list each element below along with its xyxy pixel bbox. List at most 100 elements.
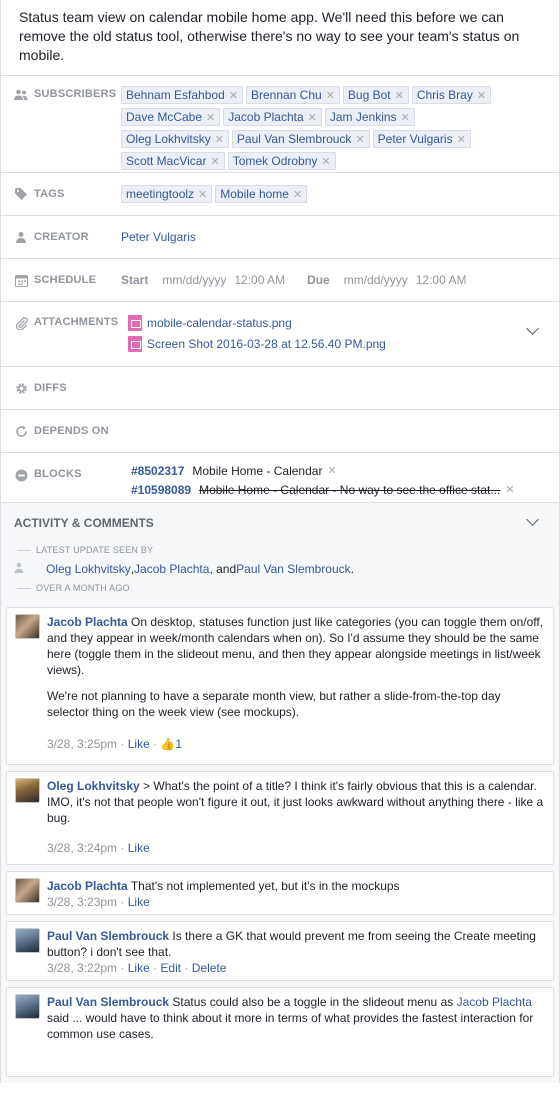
attachment-name[interactable]: mobile-calendar-status.png [147, 316, 292, 330]
avatar[interactable] [15, 994, 40, 1019]
collapse-activity-chevron-icon[interactable] [526, 513, 539, 526]
mention-link[interactable]: Jacob Plachta [457, 995, 532, 1009]
subscriber-tag[interactable]: Oleg Lokhvitsky ✕ [121, 130, 229, 148]
start-date-input[interactable]: mm/dd/yyyy [162, 273, 226, 287]
attachments-label-text: ATTACHMENTS [34, 316, 119, 328]
remove-icon[interactable]: ✕ [308, 111, 317, 124]
subscriber-tag[interactable]: Dave McCabe ✕ [121, 108, 221, 126]
seen-by-user[interactable]: Oleg Lokhvitsky [46, 562, 131, 576]
diffs-row: DIFFS [0, 367, 560, 410]
avatar[interactable] [15, 928, 40, 953]
like-count[interactable]: 1 [175, 737, 182, 751]
like-link[interactable]: Like [128, 841, 150, 855]
tags-label: TAGS [1, 187, 121, 201]
subscriber-name[interactable]: Behnam Esfahbod [126, 88, 225, 102]
creator-name[interactable]: Peter Vulgaris [121, 230, 559, 244]
thumbs-up-icon[interactable]: 👍 [160, 737, 175, 751]
subscriber-name[interactable]: Jacob Plachta [228, 110, 303, 124]
blocked-task[interactable]: #8502317 Mobile Home - Calendar ✕ [131, 461, 559, 480]
subscriber-tag[interactable]: Jam Jenkins ✕ [324, 108, 415, 126]
subscriber-name[interactable]: Paul Van Slembrouck [237, 132, 352, 146]
blocks-row: BLOCKS #8502317 Mobile Home - Calendar ✕… [0, 453, 560, 503]
tag-chip[interactable]: meetingtoolz ✕ [121, 185, 213, 203]
seen-by-line: Oleg Lokhvitsky, Jacob Plachta, and Paul… [1, 557, 559, 581]
subscriber-name[interactable]: Tomek Odrobny [233, 154, 318, 168]
remove-icon[interactable]: ✕ [505, 483, 514, 496]
remove-icon[interactable]: ✕ [198, 188, 207, 201]
remove-icon[interactable]: ✕ [326, 89, 335, 102]
subscriber-name[interactable]: Oleg Lokhvitsky [126, 132, 211, 146]
avatar[interactable] [15, 614, 40, 639]
remove-icon[interactable]: ✕ [206, 111, 215, 124]
like-link[interactable]: Like [128, 961, 150, 975]
comment-author[interactable]: Jacob Plachta [47, 879, 128, 893]
tag-name[interactable]: Mobile home [220, 187, 289, 201]
remove-icon[interactable]: ✕ [401, 111, 410, 124]
tag-name[interactable]: meetingtoolz [126, 187, 194, 201]
tags-label-text: TAGS [34, 188, 65, 200]
remove-icon[interactable]: ✕ [395, 89, 404, 102]
like-link[interactable]: Like [128, 895, 150, 909]
edit-link[interactable]: Edit [160, 961, 181, 975]
remove-icon[interactable]: ✕ [215, 133, 224, 146]
subscriber-name[interactable]: Peter Vulgaris [378, 132, 453, 146]
subscriber-tag[interactable]: Paul Van Slembrouck ✕ [231, 130, 370, 148]
subscriber-tag[interactable]: Scott MacVicar ✕ [121, 152, 225, 170]
comment-author[interactable]: Paul Van Slembrouck [47, 995, 169, 1009]
comment-time[interactable]: 3/28, 3:25pm [47, 737, 117, 751]
avatar[interactable] [15, 878, 40, 903]
gear-icon [14, 381, 28, 395]
task-title[interactable]: Mobile Home - Calendar - No way to see t… [199, 483, 500, 497]
seen-by-user[interactable]: Paul Van Slembrouck [236, 562, 351, 576]
remove-icon[interactable]: ✕ [457, 133, 466, 146]
avatar[interactable] [15, 778, 40, 803]
due-time-input[interactable]: 12:00 AM [416, 273, 467, 287]
due-date-input[interactable]: mm/dd/yyyy [344, 273, 408, 287]
delete-link[interactable]: Delete [192, 961, 227, 975]
seen-by-user[interactable]: Jacob Plachta [134, 562, 209, 576]
tag-list: meetingtoolz ✕ Mobile home ✕ [121, 181, 559, 207]
due-label: Due [307, 273, 330, 287]
comment-author[interactable]: Paul Van Slembrouck [47, 929, 169, 943]
comment-author[interactable]: Oleg Lokhvitsky [47, 779, 140, 793]
comment-time[interactable]: 3/28, 3:24pm [47, 841, 117, 855]
attachment-item[interactable]: Screen Shot 2016-03-28 at 12.56.40 PM.pn… [128, 333, 559, 354]
blocked-task[interactable]: #10598089 Mobile Home - Calendar - No wa… [131, 480, 559, 499]
subscriber-tag[interactable]: Brennan Chu ✕ [245, 86, 340, 104]
remove-icon[interactable]: ✕ [477, 89, 486, 102]
task-id-link[interactable]: #10598089 [131, 483, 191, 497]
remove-icon[interactable]: ✕ [210, 155, 219, 168]
subscriber-name[interactable]: Chris Bray [417, 88, 473, 102]
image-file-icon [128, 314, 142, 331]
start-time-input[interactable]: 12:00 AM [234, 273, 285, 287]
subscriber-tag[interactable]: Jacob Plachta ✕ [223, 108, 322, 126]
tag-chip[interactable]: Mobile home ✕ [215, 185, 308, 203]
subscriber-tags: Behnam Esfahbod ✕ Brennan Chu ✕ Bug Bot ✕ Chri… [121, 76, 559, 172]
subscriber-name[interactable]: Brennan Chu [251, 88, 322, 102]
comment-time[interactable]: 3/28, 3:22pm [47, 961, 117, 975]
attachment-name[interactable]: Screen Shot 2016-03-28 at 12.56.40 PM.pn… [147, 337, 386, 351]
attachment-item[interactable]: mobile-calendar-status.png [128, 312, 559, 333]
subscriber-name[interactable]: Bug Bot [348, 88, 391, 102]
subscriber-tag[interactable]: Bug Bot ✕ [342, 86, 409, 104]
subscriber-tag[interactable]: Peter Vulgaris ✕ [372, 130, 471, 148]
time-divider: OVER A MONTH AGO [1, 581, 559, 595]
task-id-link[interactable]: #8502317 [131, 464, 184, 478]
remove-icon[interactable]: ✕ [355, 133, 364, 146]
comment-time[interactable]: 3/28, 3:23pm [47, 895, 117, 909]
remove-icon[interactable]: ✕ [321, 155, 330, 168]
subscriber-tag[interactable]: Behnam Esfahbod ✕ [121, 86, 243, 104]
remove-icon[interactable]: ✕ [293, 188, 302, 201]
subscriber-name[interactable]: Jam Jenkins [330, 110, 397, 124]
subscriber-name[interactable]: Dave McCabe [126, 110, 202, 124]
task-title[interactable]: Mobile Home - Calendar [192, 464, 322, 478]
comment-author[interactable]: Jacob Plachta [47, 615, 128, 629]
activity-header[interactable]: ACTIVITY & COMMENTS [1, 503, 559, 543]
subscriber-tag[interactable]: Chris Bray ✕ [411, 86, 492, 104]
remove-icon[interactable]: ✕ [229, 89, 238, 102]
subscriber-name[interactable]: Scott MacVicar [126, 154, 206, 168]
remove-icon[interactable]: ✕ [327, 464, 336, 477]
like-link[interactable]: Like [128, 737, 150, 751]
subscriber-tag[interactable]: Tomek Odrobny ✕ [227, 152, 336, 170]
comment-meta: 3/28, 3:25pm · Like · 👍1 [47, 737, 183, 751]
